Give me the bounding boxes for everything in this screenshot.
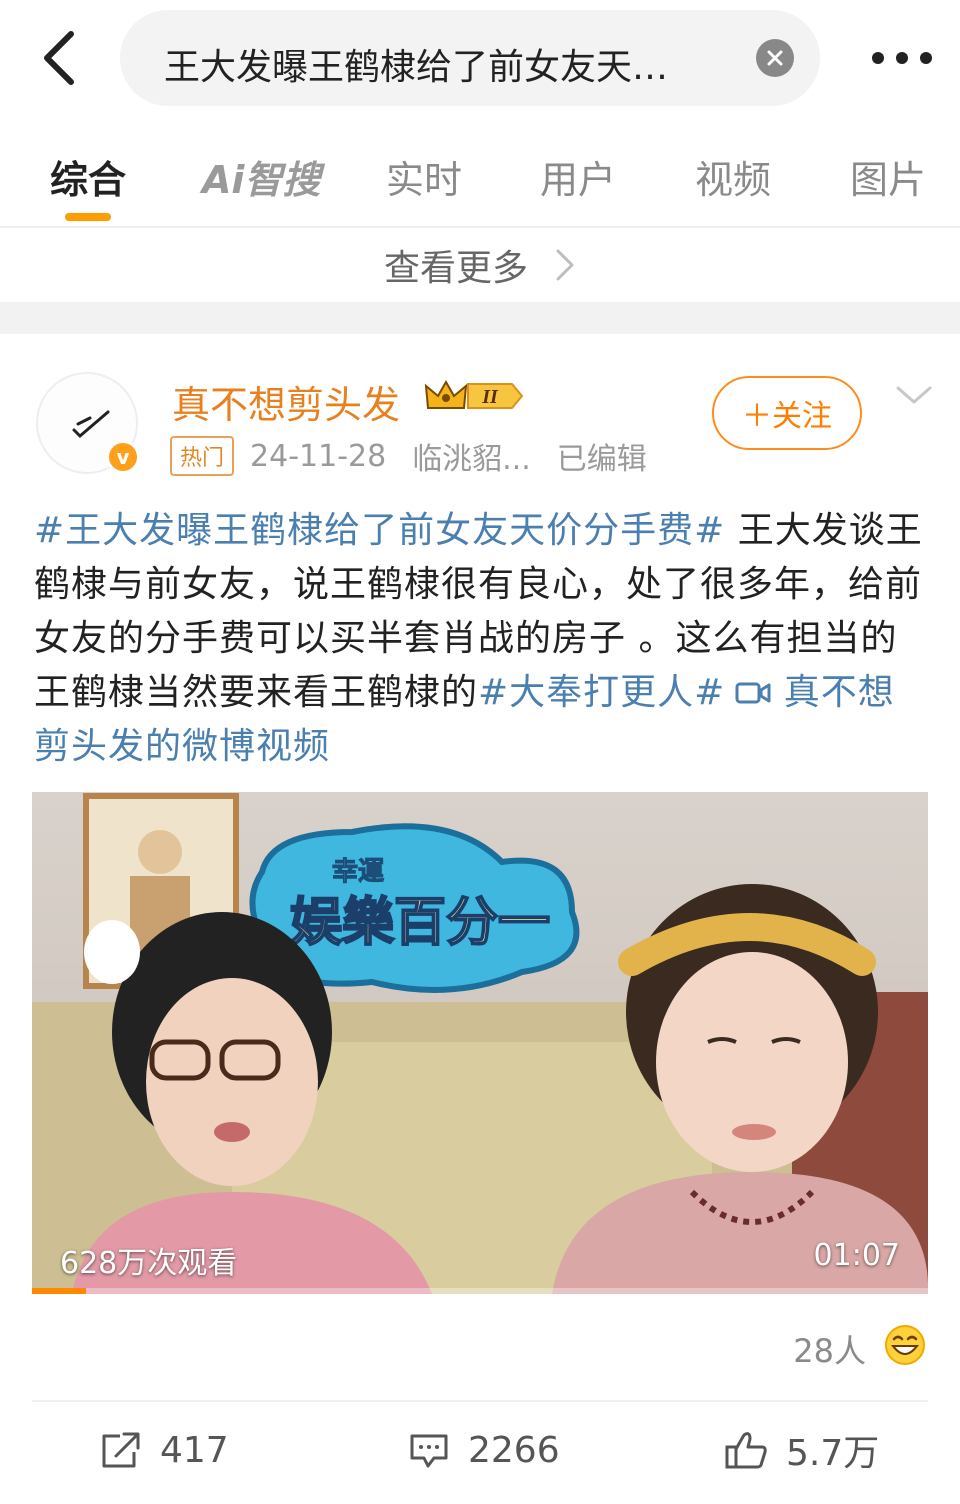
hashtag-link[interactable]: #大奉打更人# [478,672,725,713]
more-options-button[interactable] [872,38,932,78]
username[interactable]: 真不想剪头发 [172,374,400,429]
comment-count: 2266 [468,1429,560,1471]
see-more-link[interactable]: 查看更多 [0,228,960,302]
repost-count: 417 [160,1429,229,1471]
chevron-left-icon [44,31,74,85]
level-badge-text: II [481,386,499,408]
share-icon [102,1432,140,1468]
top-bar: 王大发曝王鹤棣给了前女友天… [0,0,960,120]
view-count: 628万次观看 [60,1246,238,1281]
comment-icon [410,1434,448,1468]
chevron-right-icon [556,249,574,281]
edited-label: 已编辑 [556,442,647,477]
repost-button[interactable]: 417 [100,1420,229,1480]
hot-tag: 热门 [170,436,235,476]
verified-badge: v [106,440,140,474]
see-more-label: 查看更多 [383,248,528,289]
tab-users[interactable]: 用户 [540,149,616,204]
hashtag-link[interactable]: #王大发曝王鹤棣给了前女友天价分手费# [34,510,725,551]
thumbs-up-icon [725,1432,767,1469]
tab-bar: 综合 Ai智搜 实时 用户 视频 图片 [0,135,960,225]
video-player[interactable]: 幸運 娱樂百分一 628万次观看 01:07 [32,792,928,1294]
post-date: 24-11-28 [250,438,387,474]
active-tab-indicator [65,213,111,221]
dot-icon [920,52,932,64]
dot-icon [872,52,884,64]
search-query[interactable]: 王大发曝王鹤棣给了前女友天… [164,38,668,90]
reactor-count[interactable]: 28人 [793,1326,866,1372]
tab-comprehensive[interactable]: 综合 [50,149,126,204]
post-location: 临洮貂... [412,442,531,477]
post-meta: 热门 24-11-28 临洮貂... 已编辑 [170,436,647,477]
laughing-emoji-icon[interactable] [884,1324,926,1366]
video-progress-bar [32,1288,928,1294]
follow-button[interactable]: ＋关注 [712,376,862,450]
like-button[interactable]: 5.7万 [724,1420,879,1480]
tab-videos[interactable]: 视频 [695,149,771,204]
section-divider [0,302,960,334]
tab-images[interactable]: 图片 [850,149,926,204]
video-logo-sub: 幸運 [332,856,384,886]
video-duration: 01:07 [813,1238,900,1273]
post-text: #王大发曝王鹤棣给了前女友天价分手费# 王大发谈王鹤棣与前女友，说王鹤棣很有良心… [34,504,924,774]
search-box[interactable]: 王大发曝王鹤棣给了前女友天… [120,10,820,106]
crown-level-icon: II [424,379,524,409]
dot-icon [896,52,908,64]
divider [32,1400,928,1402]
like-count: 5.7万 [786,1433,880,1474]
video-thumbnail: 幸運 娱樂百分一 [32,792,928,1294]
clear-search-button[interactable] [756,39,794,77]
chevron-down-icon[interactable] [894,380,934,410]
tab-ai-search[interactable]: Ai智搜 [202,149,320,204]
close-icon [767,50,783,66]
back-button[interactable] [28,26,88,90]
video-progress-fill [32,1288,86,1294]
video-icon [735,682,771,704]
video-logo-text: 娱樂百分一 [290,894,550,952]
tab-realtime[interactable]: 实时 [386,149,462,204]
action-bar: 417 2266 5.7万 [0,1420,960,1480]
comment-button[interactable]: 2266 [408,1420,560,1480]
